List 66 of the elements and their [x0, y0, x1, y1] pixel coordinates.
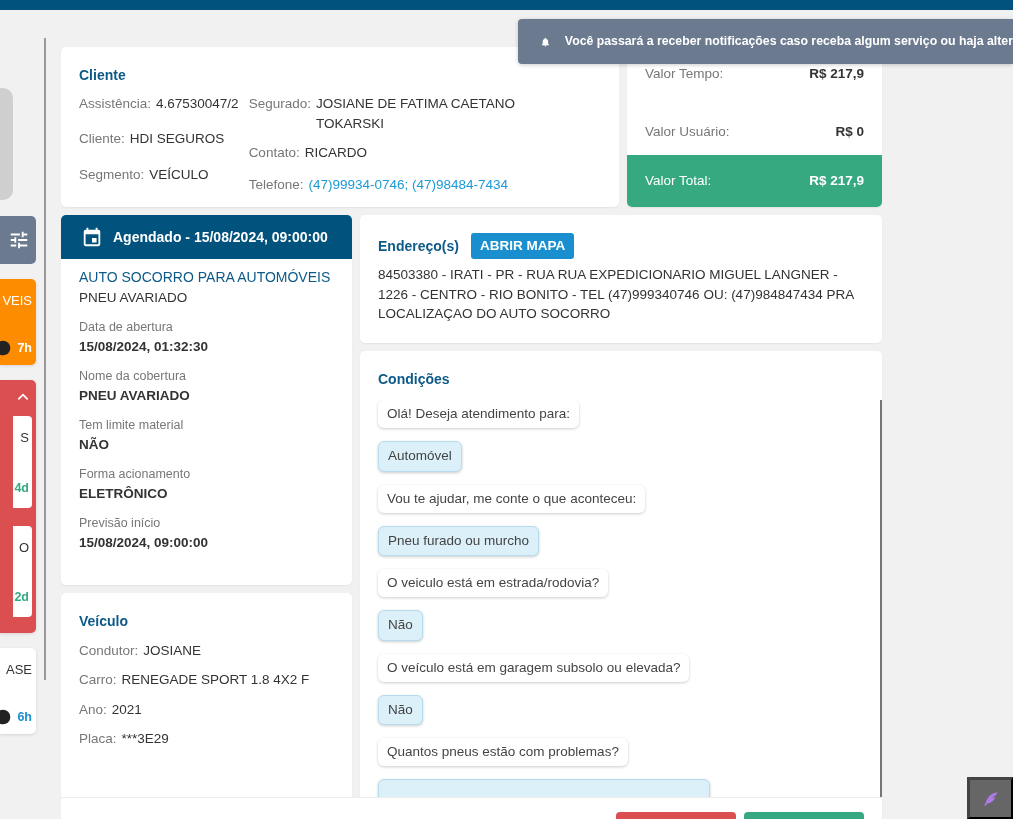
field-value: 15/08/2024, 01:32:30 — [79, 338, 210, 356]
field-label: Placa: — [79, 729, 117, 748]
field-label: Previsão início — [79, 515, 162, 533]
section-title: Veículo — [79, 612, 130, 631]
field-label: Segmento: — [79, 165, 145, 184]
value-label: Valor Tempo: — [645, 65, 724, 83]
field-value: NÃO — [79, 436, 110, 454]
field-value: 15/08/2024, 09:00:00 — [79, 534, 210, 552]
field-label: Condutor: — [79, 642, 139, 660]
field-label: Carro: — [79, 671, 117, 690]
time-label: 2d — [14, 589, 29, 607]
field-value: VEÍCULO — [149, 165, 209, 184]
address-text: 84503380 - IRATI - PR - RUA RUA EXPEDICIONARIO MIGUEL LANGNER - 1226 - CENTRO - RIO BONITO - TEL (47)999340746 OU: (47)984847434 PRA LOCALIZAÇAO DO AUTO SOCORRO — [378, 266, 855, 324]
answer-bubble: Pneu furado ou murcho — [378, 525, 540, 556]
map-button[interactable]: ABRIR MAPA — [470, 233, 575, 260]
section-title: Cliente — [79, 66, 127, 85]
question-bubble: O veiculo está em estrada/rodovia? — [378, 569, 609, 598]
answer-bubble: Não — [378, 610, 423, 641]
sidebar-card[interactable]: S 4d — [13, 416, 32, 508]
value-amount: R$ 217,9 — [809, 65, 864, 83]
section-title: Endereço(s) — [378, 236, 459, 256]
section-title: Condições — [377, 370, 451, 389]
value-label: Valor Usuário: — [645, 123, 730, 142]
field-label: Contato: — [248, 143, 300, 162]
field-value: JOSIANE DE FATIMA CAETANO TOKARSKI — [315, 95, 516, 134]
value-amount: R$ 0 — [835, 123, 864, 142]
time-label: 7h — [17, 339, 32, 357]
field-label: Cliente: — [79, 130, 125, 149]
field-value: HDI SEGUROS — [129, 130, 225, 149]
card-title: O — [18, 539, 29, 556]
total-label: Valor Total: — [645, 171, 712, 190]
time-label: 4d — [14, 479, 29, 497]
sidebar-card[interactable]: S 4d O 2d — [0, 380, 36, 634]
answer-bubble: Não — [378, 694, 423, 725]
field-value: JOSIANE — [143, 642, 202, 660]
service-subtitle: PNEU AVARIADO — [79, 289, 189, 307]
field-label: Segurado: — [248, 95, 311, 113]
service-title: AUTO SOCORRO PARA AUTOMÓVEIS — [79, 268, 332, 287]
card-title: ASE — [6, 662, 32, 678]
field-value: ***3E29 — [121, 729, 169, 748]
time-label: 6h — [17, 708, 32, 726]
field-value: PNEU AVARIADO — [79, 387, 191, 405]
field-value: RENEGADE SPORT 1.8 4X2 F — [121, 671, 310, 690]
card-title: VEIS — [2, 293, 32, 309]
notification-text: Você passará a receber notificações caso receba algum serviço ou haja alter — [564, 33, 1013, 51]
field-label: Ano: — [79, 700, 107, 719]
field-label: Forma acionamento — [79, 466, 192, 484]
question-bubble: Vou te ajudar, me conte o que aconteceu: — [378, 484, 646, 513]
field-value: 2021 — [111, 700, 142, 719]
sidebar-card[interactable]: O 2d — [13, 525, 32, 618]
field-value: 4.67530047/2 — [156, 95, 239, 113]
answer-bubble: Automóvel — [378, 441, 462, 472]
question-bubble: O veículo está em garagem subsolo ou elevada? — [378, 653, 690, 682]
field-label: Data de abertura — [79, 319, 174, 337]
field-value: ELETRÔNICO — [79, 485, 169, 503]
field-label: Telefone: — [248, 175, 304, 194]
field-label: Assistência: — [79, 95, 152, 113]
field-value: RICARDO — [304, 143, 367, 162]
field-label: Tem limite material — [79, 417, 185, 435]
schedule-title: Agendado - 15/08/2024, 09:00:00 — [113, 227, 328, 247]
field-label: Nome da cobertura — [79, 368, 187, 386]
question-bubble: Quantos pneus estão com problemas? — [378, 738, 628, 767]
total-amount: R$ 217,9 — [809, 171, 864, 190]
sidebar-card[interactable]: ASE 6h — [0, 648, 36, 735]
card-title: S — [20, 430, 29, 446]
question-bubble: Olá! Deseja atendimento para: — [378, 400, 580, 429]
